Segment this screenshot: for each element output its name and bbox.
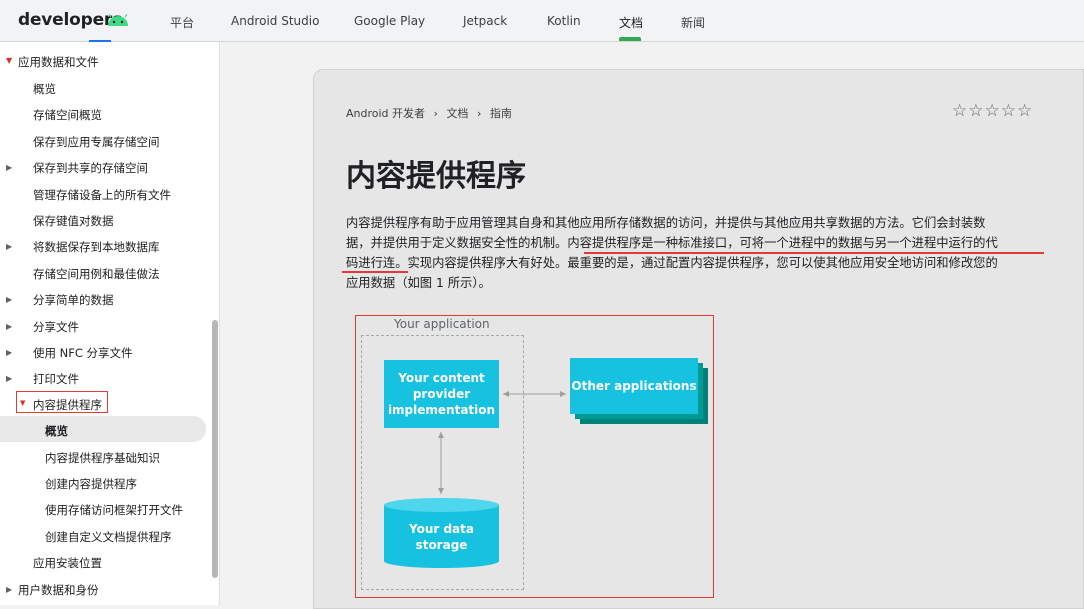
caret-right-icon[interactable]: ▶ [6,374,12,383]
breadcrumb: Android 开发者 › 文档 › 指南 [346,105,512,121]
sidebar-subitem-create[interactable]: 创建内容提供程序 [45,476,137,492]
caret-right-icon[interactable]: ▶ [6,163,12,172]
nav-docs[interactable]: 文档 [619,14,643,31]
star-rating-icon[interactable]: ☆☆☆☆☆ [952,101,1033,121]
sidebar-scrollbar[interactable] [212,320,218,578]
caret-right-icon[interactable]: ▶ [6,295,12,304]
breadcrumb-separator: › [433,107,438,120]
sidebar-subitem-basics[interactable]: 内容提供程序基础知识 [45,450,160,466]
breadcrumb-android-dev[interactable]: Android 开发者 [346,107,425,120]
sidebar-item-overview[interactable]: 概览 [33,81,56,97]
sidebar-subitem-overview[interactable]: 概览 [45,423,68,439]
nav-google-play[interactable]: Google Play [354,14,425,28]
sidebar-item-shared-storage[interactable]: 保存到共享的存储空间 [33,160,148,176]
intro-paragraph-line: 据，并提供用于定义数据安全性的机制。内容提供程序是一种标准接口，可将一个进程中的… [346,236,998,250]
sidebar-subitem-saf[interactable]: 使用存储访问框架打开文件 [45,502,183,518]
sidebar-section-app-data[interactable]: 应用数据和文件 [18,54,99,70]
sidebar-item-share-files[interactable]: 分享文件 [33,319,79,335]
sidebar-nav: ▼ 应用数据和文件 概览 存储空间概览 保存到应用专属存储空间 ▶ 保存到共享的… [0,42,220,605]
android-logo-icon [108,14,128,26]
breadcrumb-docs[interactable]: 文档 [446,107,468,120]
sidebar-item-best-practices[interactable]: 存储空间用例和最佳做法 [33,266,160,282]
data-storage-label: Your data storage [409,522,474,552]
sidebar-item-key-value[interactable]: 保存键值对数据 [33,213,114,229]
intro-paragraph-line: 应用数据（如图 1 所示）。 [346,276,491,290]
sidebar-item-install-location[interactable]: 应用安装位置 [33,555,102,571]
your-application-label: Your application [394,317,490,331]
intro-paragraph-line: 码进行连。实现内容提供程序大有好处。最重要的是，通过配置内容提供程序，您可以使其… [346,256,998,270]
intro-paragraph-line: 内容提供程序有助于应用管理其自身和其他应用所存储数据的访问，并提供与其他应用共享… [346,216,986,230]
nav-active-indicator [619,37,641,41]
breadcrumb-guides[interactable]: 指南 [490,107,512,120]
sidebar-item-manage-files[interactable]: 管理存储设备上的所有文件 [33,187,171,203]
caret-right-icon[interactable]: ▶ [6,322,12,331]
content-provider-block: Your content provider implementation [384,360,499,428]
sidebar-item-share-simple[interactable]: 分享简单的数据 [33,292,114,308]
page-title: 内容提供程序 [346,159,526,194]
nav-android-studio[interactable]: Android Studio [231,14,319,28]
nav-jetpack[interactable]: Jetpack [463,14,507,28]
sidebar-item-app-specific[interactable]: 保存到应用专属存储空间 [33,134,160,150]
active-item-highlight [0,416,206,442]
red-underline [342,271,408,273]
sidebar-item-print[interactable]: 打印文件 [33,371,79,387]
red-underline [584,252,1044,254]
sidebar-item-nfc[interactable]: 使用 NFC 分享文件 [33,345,133,361]
sidebar-subitem-custom-doc[interactable]: 创建自定义文档提供程序 [45,529,172,545]
breadcrumb-separator: › [476,107,482,120]
caret-right-icon[interactable]: ▶ [6,242,12,251]
sidebar-item-storage-overview[interactable]: 存储空间概览 [33,107,102,123]
caret-down-icon[interactable]: ▼ [20,399,25,407]
sidebar-item-content-providers[interactable]: 内容提供程序 [33,397,102,413]
other-applications-block: Other applications [570,358,698,414]
top-nav-bar: developers 平台 Android Studio Google Play… [0,0,1084,43]
nav-platform[interactable]: 平台 [170,14,194,31]
sidebar-section-user-data[interactable]: 用户数据和身份 [18,582,99,598]
caret-right-icon[interactable]: ▶ [6,585,12,594]
nav-news[interactable]: 新闻 [681,14,705,31]
caret-down-icon[interactable]: ▼ [6,56,12,65]
sidebar-item-local-db[interactable]: 将数据保存到本地数据库 [33,239,160,255]
nav-kotlin[interactable]: Kotlin [547,14,581,28]
caret-right-icon[interactable]: ▶ [6,348,12,357]
